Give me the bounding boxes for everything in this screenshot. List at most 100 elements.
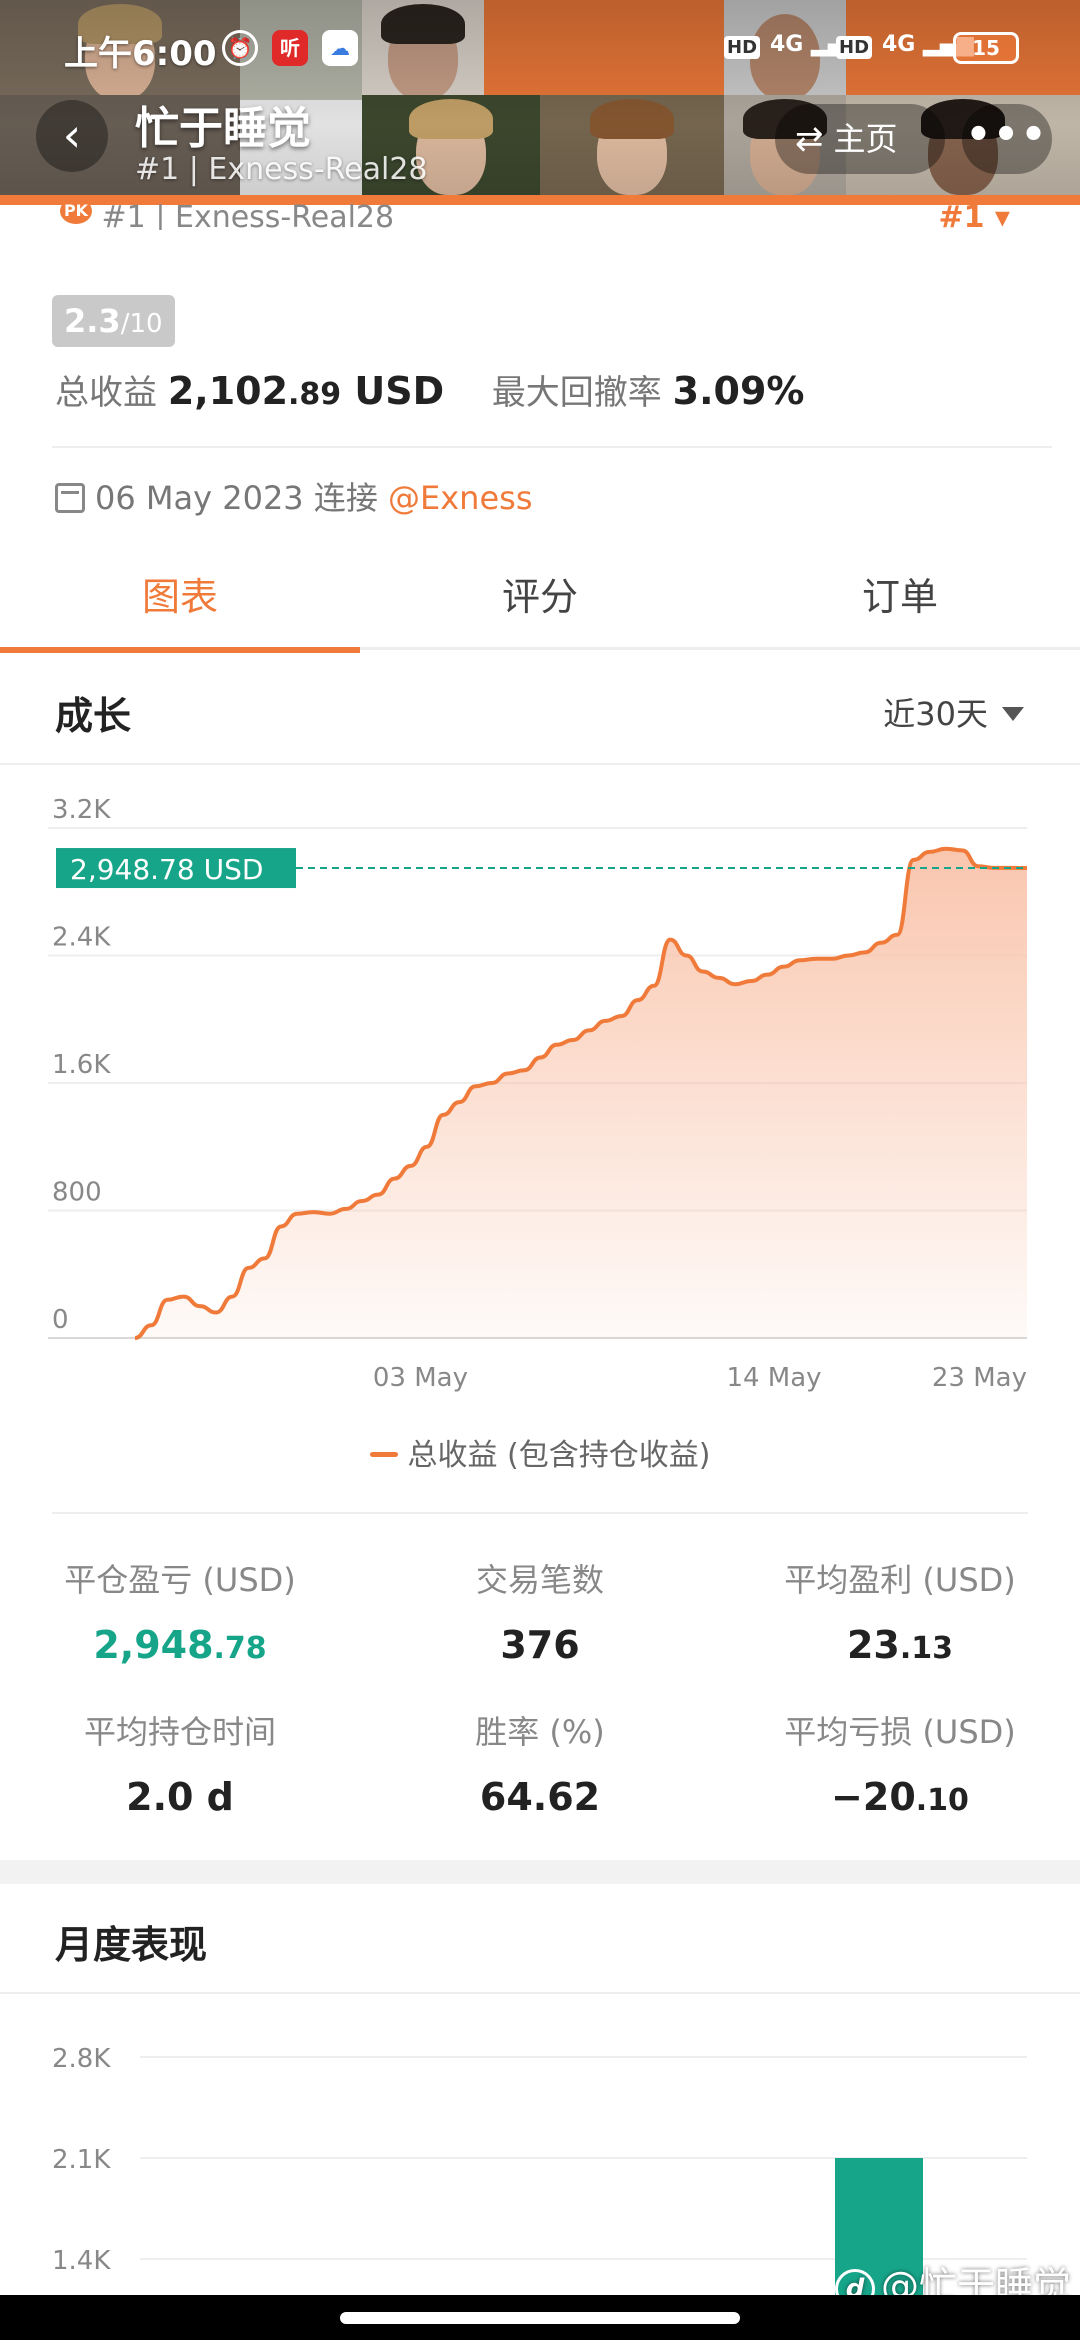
more-button[interactable]: ••• [962, 104, 1052, 174]
rank: #1 [101, 200, 146, 230]
divider [52, 446, 1052, 448]
x-tick-label: 14 May [726, 1363, 821, 1393]
network-type: 4G [882, 32, 916, 57]
stat-label: 交易笔数 [475, 1561, 604, 1599]
alarm-icon: ⏰ [222, 30, 258, 66]
y-tick-label: 2.8K [52, 2044, 111, 2074]
page-title: 忙于睡觉 [135, 103, 311, 154]
calendar-icon [55, 483, 85, 513]
stat-value: 376 [360, 1623, 720, 1667]
stat-avg-profit: 平均盈利 (USD) 23.13 [720, 1555, 1080, 1667]
swap-icon: ⇄ [795, 119, 824, 159]
stat-int: 23 [846, 1623, 900, 1667]
section-gap [0, 1860, 1080, 1884]
score-badge: 2.3/10 [52, 295, 175, 347]
stat-label: 平均盈利 (USD) [784, 1561, 1016, 1599]
stat-value: 23.13 [720, 1623, 1080, 1667]
profit-unit: USD [354, 369, 445, 413]
tab-chart[interactable]: 图表 [0, 555, 360, 653]
stat-int: 64.62 [479, 1775, 601, 1819]
x-tick-label: 03 May [373, 1363, 468, 1393]
y-tick-label: 0 [52, 1305, 69, 1335]
cloud-icon: ☁ [322, 30, 358, 66]
tab-rating[interactable]: 评分 [360, 555, 720, 650]
home-indicator[interactable] [340, 2312, 740, 2324]
stat-int: −20 [831, 1775, 916, 1819]
broker-link[interactable]: @Exness [388, 479, 532, 517]
tab-bar: 图表 评分 订单 [0, 555, 1080, 653]
profit-int: 2,102 [167, 369, 289, 413]
summary-line: 总收益 2,102.89 USD 最大回撤率 3.09% [55, 365, 804, 414]
home-label: 主页 [833, 120, 898, 158]
tab-orders[interactable]: 订单 [720, 555, 1080, 650]
y-tick-label: 2.1K [52, 2145, 111, 2175]
stat-dec: .13 [899, 1631, 954, 1666]
caret-down-icon [1002, 707, 1024, 721]
range-label: 近30天 [883, 695, 988, 733]
y-tick-label: 3.2K [52, 795, 111, 825]
more-dots-icon: ••• [965, 112, 1049, 158]
profit-dec: .89 [288, 377, 342, 412]
stat-avg-holding: 平均持仓时间 2.0 d [0, 1707, 360, 1819]
chart-legend: 总收益 (包含持仓收益) [0, 1430, 1080, 1474]
stat-dec: .10 [915, 1783, 969, 1818]
y-tick-label: 800 [52, 1178, 102, 1208]
page-subtitle: #1 | Exness-Real28 [135, 152, 428, 187]
stat-label: 胜率 (%) [475, 1713, 605, 1751]
profit-label: 总收益 [55, 373, 157, 413]
stat-dec: .78 [213, 1631, 267, 1666]
current-value-label: 2,948.78 USD [70, 853, 263, 886]
legend-label: 总收益 (包含持仓收益) [407, 1438, 711, 1473]
monthly-header: 月度表现 [0, 1884, 1080, 1994]
rank-right: #1 [938, 200, 985, 230]
y-tick-label: 1.4K [52, 2246, 111, 2276]
stat-label: 平仓盈亏 (USD) [64, 1561, 296, 1599]
stat-int: 2.0 d [126, 1775, 234, 1819]
home-button[interactable]: ⇄ 主页 [775, 104, 945, 174]
connection-text: 连接 [313, 479, 378, 517]
score-value: 2.3 [64, 302, 121, 340]
stat-value: 2,948.78 [0, 1623, 360, 1667]
stat-closed-pnl: 平仓盈亏 (USD) 2,948.78 [0, 1555, 360, 1667]
monthly-chart-svg: 2.8K 2.1K 1.4K [52, 2044, 1027, 2295]
status-bar: 上午6:00 ⏰ 听 ☁ HD 4G ▂▄▆ HD 4G ▂▄▆ 15 [0, 22, 1080, 74]
stat-label: 平均亏损 (USD) [784, 1713, 1016, 1751]
y-tick-label: 1.6K [52, 1050, 111, 1080]
stat-value: 64.62 [360, 1775, 720, 1819]
stat-value: −20.10 [720, 1775, 1080, 1819]
growth-title: 成长 [55, 694, 132, 738]
battery-icon: 15 [953, 32, 1019, 64]
connection-info: 06 May 2023 连接 @Exness [55, 473, 532, 519]
chevron-left-icon: ‹ [62, 108, 82, 162]
stat-label: 平均持仓时间 [83, 1713, 276, 1751]
growth-header: 成长 近30天 [0, 655, 1080, 765]
growth-area [135, 848, 1027, 1338]
legend-swatch [369, 1452, 398, 1457]
separator: | [155, 200, 166, 230]
score-max: /10 [120, 309, 163, 339]
profit-value: 2,102.89 USD [168, 369, 444, 413]
app-badge-icon: 听 [272, 30, 308, 66]
hd-badge: HD [836, 36, 873, 59]
drawdown-value: 3.09% [672, 369, 805, 413]
growth-chart-svg: 0 800 1.6K 2.4K 3.2K 2,948.78 USD 03 May 14 May… [48, 795, 1028, 1393]
divider [52, 1512, 1028, 1514]
back-button[interactable]: ‹ [36, 100, 108, 172]
stat-value: 2.0 d [0, 1775, 360, 1819]
x-tick-label: 23 May [932, 1363, 1027, 1393]
account-name: Exness-Real28 [174, 200, 395, 230]
pk-icon: PK [60, 200, 92, 224]
drawdown-label: 最大回撤率 [491, 373, 662, 413]
stat-avg-loss: 平均亏损 (USD) −20.10 [720, 1707, 1080, 1819]
y-tick-label: 2.4K [52, 923, 111, 953]
hd-badge: HD [724, 36, 761, 59]
rank-selector[interactable]: #1 ▾ [938, 200, 1010, 230]
growth-chart: 0 800 1.6K 2.4K 3.2K 2,948.78 USD 03 May 14 May… [0, 790, 1080, 1430]
network-type: 4G [770, 32, 804, 57]
stat-int: 2,948 [93, 1623, 214, 1667]
monthly-title: 月度表现 [55, 1923, 208, 1967]
stat-int: 376 [500, 1623, 580, 1667]
range-selector[interactable]: 近30天 [883, 689, 1024, 735]
connection-date: 06 May 2023 [95, 479, 304, 517]
account-strip: PK #1 | Exness-Real28 #1 ▾ [60, 200, 1040, 230]
